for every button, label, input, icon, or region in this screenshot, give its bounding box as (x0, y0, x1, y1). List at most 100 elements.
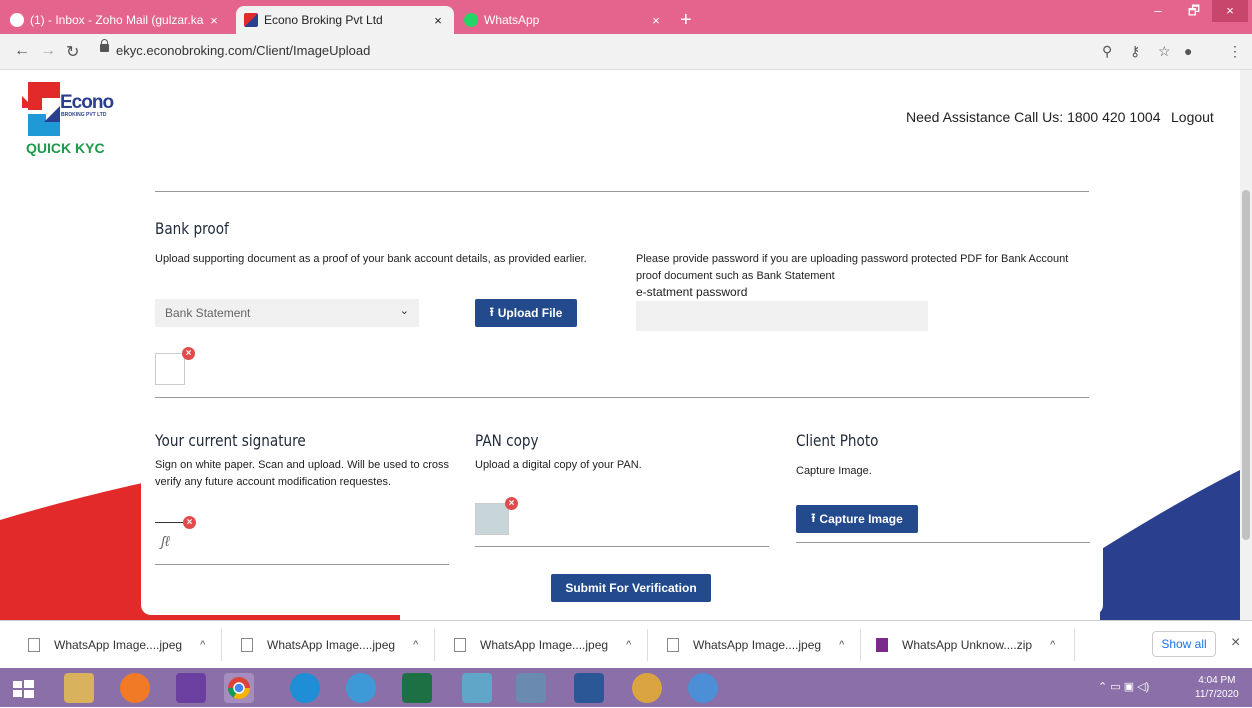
quick-kyc-label: QUICK KYC (26, 140, 105, 156)
signature-heading: Your current signature (155, 431, 306, 450)
econo-favicon-icon (244, 13, 258, 27)
chevron-up-icon[interactable]: ^ (839, 639, 844, 651)
upload-icon: ⭱ (811, 510, 816, 525)
whatsapp-icon (464, 13, 478, 27)
menu-icon[interactable]: ⋮ (1228, 43, 1242, 60)
divider (860, 629, 861, 661)
signature-line (155, 522, 183, 523)
chevron-down-icon: ⌄ (399, 305, 409, 317)
excel-icon[interactable] (402, 673, 432, 703)
vpn-icon[interactable] (688, 673, 718, 703)
pan-heading: PAN copy (475, 431, 539, 450)
upload-file-label: Upload File (497, 306, 563, 320)
capture-image-label: Capture Image (819, 512, 903, 526)
divider (475, 546, 769, 547)
windows-taskbar: ⌃ ▭ ▣ ◁) 4:04 PM 11/7/2020 (0, 668, 1252, 707)
clock-time: 4:04 PM (1198, 675, 1236, 686)
browser-tab-strip: (1) - Inbox - Zoho Mail (gulzar.ka × Eco… (0, 0, 1252, 34)
zoho-mail-icon[interactable] (346, 673, 376, 703)
chrome-icon[interactable] (224, 673, 254, 703)
minimize-button[interactable]: – (1140, 0, 1176, 22)
reload-icon[interactable]: ↻ (66, 42, 79, 62)
file-explorer-icon[interactable] (64, 673, 94, 703)
pan-description: Upload a digital copy of your PAN. (475, 459, 642, 471)
close-tab-icon[interactable]: × (648, 13, 664, 28)
download-item[interactable]: WhatsApp Image....jpeg ^ (28, 633, 205, 657)
econo-logo-icon: Econo BROKING PVT LTD (22, 82, 114, 136)
delete-bank-document-icon[interactable]: × (182, 347, 195, 360)
show-all-downloads-button[interactable]: Show all (1152, 631, 1216, 657)
calculator-icon[interactable] (516, 673, 546, 703)
firefox-icon[interactable] (120, 673, 150, 703)
profile-icon[interactable]: ● (1184, 43, 1192, 59)
forward-icon[interactable]: → (40, 42, 56, 60)
bookmark-star-icon[interactable]: ☆ (1158, 43, 1171, 60)
system-tray-icons[interactable]: ⌃ ▭ ▣ ◁) (1098, 680, 1149, 693)
tab-econo-broking[interactable]: Econo Broking Pvt Ltd × (236, 6, 454, 34)
signature-thumbnail: ʃℓ (161, 533, 170, 549)
page-scrollbar[interactable] (1240, 70, 1252, 620)
bank-proof-description: Upload supporting document as a proof of… (155, 253, 587, 265)
file-icon (28, 638, 40, 652)
close-tab-icon[interactable]: × (430, 13, 446, 28)
kyc-upload-card: Bank proof Upload supporting document as… (141, 165, 1103, 615)
chevron-up-icon[interactable]: ^ (413, 639, 418, 651)
delete-pan-icon[interactable]: × (505, 497, 518, 510)
bank-statement-thumbnail (155, 353, 185, 385)
scrollbar-thumb[interactable] (1242, 190, 1250, 540)
divider (647, 629, 648, 661)
logout-link[interactable]: Logout (1171, 109, 1214, 125)
download-item[interactable]: WhatsApp Image....jpeg ^ (454, 633, 631, 657)
chevron-up-icon[interactable]: ^ (626, 639, 631, 651)
page-viewport: Econo BROKING PVT LTD QUICK KYC Need Ass… (0, 70, 1240, 620)
paint-icon[interactable] (632, 673, 662, 703)
signature-description: Sign on white paper. Scan and upload. Wi… (155, 459, 449, 488)
capture-image-button[interactable]: ⭱ Capture Image (796, 505, 918, 533)
chevron-up-icon[interactable]: ^ (1050, 639, 1055, 651)
download-item[interactable]: WhatsApp Image....jpeg ^ (667, 633, 844, 657)
chevron-up-icon[interactable]: ^ (200, 639, 205, 651)
visual-studio-code-icon[interactable] (176, 673, 206, 703)
internet-explorer-icon[interactable] (290, 673, 320, 703)
assistance-text: Need Assistance Call Us: 1800 420 1004 (906, 109, 1161, 125)
tab-title: Econo Broking Pvt Ltd (264, 13, 383, 27)
url-field[interactable]: ekyc.econobroking.com/Client/ImageUpload (116, 43, 370, 58)
upload-file-button[interactable]: ⭱ Upload File (475, 299, 577, 327)
download-item[interactable]: WhatsApp Image....jpeg ^ (241, 633, 418, 657)
new-tab-button[interactable]: + (680, 10, 692, 30)
tab-zoho-mail[interactable]: (1) - Inbox - Zoho Mail (gulzar.ka × (2, 6, 230, 34)
restore-button[interactable]: 🗗 (1176, 0, 1212, 22)
lock-icon[interactable] (100, 39, 109, 52)
close-downloads-bar-icon[interactable]: × (1231, 634, 1240, 652)
close-tab-icon[interactable]: × (206, 13, 222, 28)
close-window-button[interactable]: × (1212, 0, 1248, 22)
downloads-bar: WhatsApp Image....jpeg ^ WhatsApp Image..… (0, 620, 1252, 668)
selected-document-type: Bank Statement (165, 306, 251, 320)
download-filename: WhatsApp Image....jpeg (693, 638, 822, 652)
download-filename: WhatsApp Image....jpeg (54, 638, 183, 652)
back-icon[interactable]: ← (14, 42, 30, 60)
delete-signature-icon[interactable]: × (183, 516, 196, 529)
divider (155, 564, 449, 565)
pan-card-thumbnail (475, 503, 509, 535)
windows-start-icon[interactable] (10, 673, 36, 703)
zoho-mail-icon (10, 13, 24, 27)
file-icon (454, 638, 466, 652)
tab-whatsapp[interactable]: WhatsApp × (456, 6, 672, 34)
clock-date: 11/7/2020 (1195, 689, 1239, 700)
key-icon[interactable]: ⚷ (1130, 43, 1140, 60)
notes-app-icon[interactable] (462, 673, 492, 703)
divider (221, 629, 222, 661)
bank-proof-heading: Bank proof (155, 219, 229, 238)
password-note: Please provide password if you are uploa… (636, 253, 1069, 282)
logo-text: Econo (60, 92, 113, 113)
divider (434, 629, 435, 661)
submit-for-verification-button[interactable]: Submit For Verification (551, 574, 711, 602)
password-input[interactable] (636, 301, 928, 331)
document-type-select[interactable]: Bank Statement ⌄ (155, 299, 419, 327)
location-icon[interactable]: ⚲ (1102, 43, 1112, 60)
taskbar-clock[interactable]: 4:04 PM 11/7/2020 (1195, 674, 1239, 702)
download-item[interactable]: WhatsApp Unknow....zip ^ (876, 633, 1055, 657)
word-icon[interactable] (574, 673, 604, 703)
logo-subtext: BROKING PVT LTD (61, 112, 107, 118)
